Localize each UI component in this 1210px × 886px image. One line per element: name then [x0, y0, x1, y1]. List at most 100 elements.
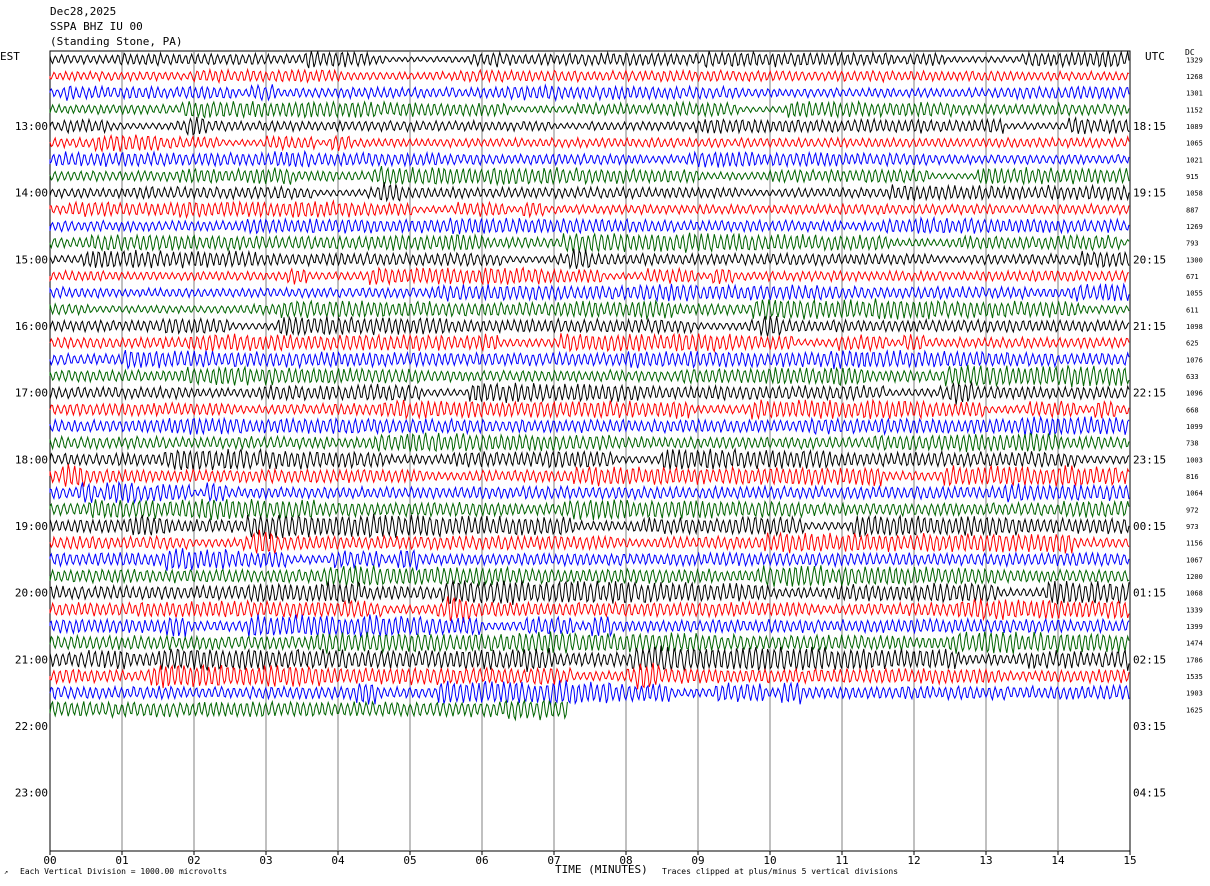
est-hour-label: 14:00 — [15, 187, 48, 200]
dc-offset-label: 1065 — [1186, 140, 1203, 148]
seismic-trace — [49, 548, 1130, 571]
seismic-trace — [49, 698, 568, 722]
x-tick-label: 05 — [403, 854, 416, 867]
x-axis-title: TIME (MINUTES) — [555, 863, 648, 876]
dc-offset-label: 972 — [1186, 506, 1199, 514]
seismic-trace — [49, 133, 1130, 153]
dc-offset-label: 1339 — [1186, 606, 1203, 614]
utc-hour-label: 22:15 — [1133, 387, 1166, 400]
dc-offset-label: 887 — [1186, 206, 1199, 214]
dc-offset-label: 816 — [1186, 473, 1199, 481]
x-tick-label: 00 — [43, 854, 56, 867]
clip-note: Traces clipped at plus/minus 5 vertical … — [662, 867, 899, 876]
dc-offset-label: 1003 — [1186, 456, 1203, 464]
dc-offset-label: 1329 — [1186, 56, 1203, 64]
est-hour-label: 15:00 — [15, 253, 48, 266]
x-tick-label: 03 — [259, 854, 272, 867]
utc-hour-label: 23:15 — [1133, 453, 1166, 466]
dc-offset-label: 1535 — [1186, 673, 1203, 681]
dc-offset-label: 1096 — [1186, 390, 1203, 398]
seismic-trace — [49, 50, 1130, 69]
helicorder-chart: 00 01 02 03 04 05 06 07 08 09 10 11 12 13 14 1513:00 18:… — [15, 50, 1203, 867]
x-tick-label: 09 — [691, 854, 704, 867]
dc-offset-label: 1099 — [1186, 423, 1203, 431]
x-tick-label: 06 — [475, 854, 488, 867]
utc-hour-label: 21:15 — [1133, 320, 1166, 333]
seismic-trace — [49, 99, 1130, 120]
seismic-trace — [49, 315, 1130, 338]
seismic-trace — [49, 529, 1130, 554]
seismic-trace — [49, 67, 1130, 84]
dc-offset-label: 668 — [1186, 406, 1199, 414]
dc-offset-label: 611 — [1186, 306, 1199, 314]
corner-mark: ↗ — [4, 868, 9, 876]
x-tick-label: 04 — [331, 854, 345, 867]
dc-offset-label: 915 — [1186, 173, 1199, 181]
seismic-trace — [49, 182, 1130, 203]
seismic-trace — [49, 596, 1130, 623]
seismic-trace — [49, 298, 1130, 321]
dc-offset-label: 1076 — [1186, 356, 1203, 364]
dc-offset-label: 1300 — [1186, 256, 1203, 264]
dc-offset-label: 1474 — [1186, 640, 1203, 648]
utc-hour-label: 19:15 — [1133, 187, 1166, 200]
dc-offset-label: 1399 — [1186, 623, 1203, 631]
seismic-trace — [49, 165, 1130, 187]
seismic-trace — [49, 580, 1130, 605]
seismic-trace — [49, 432, 1130, 453]
seismic-trace — [49, 498, 1130, 521]
seismic-trace — [49, 116, 1130, 136]
seismic-trace — [49, 380, 1130, 405]
seismic-trace — [49, 662, 1130, 690]
seismic-trace — [49, 631, 1130, 654]
dc-offset-label: 1156 — [1186, 540, 1203, 548]
dc-offset-label: 1786 — [1186, 656, 1203, 664]
est-hour-label: 22:00 — [15, 720, 48, 733]
dc-offset-label: 1055 — [1186, 290, 1203, 298]
seismic-trace — [49, 232, 1130, 254]
x-tick-label: 12 — [907, 854, 920, 867]
dc-offset-label: 1068 — [1186, 590, 1203, 598]
dc-offset-label: 1200 — [1186, 573, 1203, 581]
x-tick-label: 10 — [763, 854, 776, 867]
dc-offset-label: 1021 — [1186, 156, 1203, 164]
seismic-trace — [49, 83, 1130, 103]
x-tick-label: 15 — [1123, 854, 1136, 867]
seismic-trace — [49, 645, 1130, 672]
est-hour-label: 21:00 — [15, 653, 48, 666]
dc-offset-label: 1067 — [1186, 556, 1203, 564]
seismic-trace — [49, 332, 1130, 353]
seismic-trace — [49, 480, 1130, 505]
dc-offset-label: 1625 — [1186, 706, 1203, 714]
x-tick-label: 13 — [979, 854, 992, 867]
seismic-trace — [49, 282, 1130, 303]
dc-offset-label: 633 — [1186, 373, 1199, 381]
utc-hour-label: 20:15 — [1133, 253, 1166, 266]
dc-offset-label: 1058 — [1186, 190, 1203, 198]
utc-hour-label: 18:15 — [1133, 120, 1166, 133]
utc-hour-label: 03:15 — [1133, 720, 1166, 733]
seismic-trace — [49, 199, 1130, 220]
dc-offset-label: 1269 — [1186, 223, 1203, 231]
seismic-trace — [49, 680, 1130, 706]
dc-offset-label: 1268 — [1186, 73, 1203, 81]
dc-offset-label: 671 — [1186, 273, 1199, 281]
dc-offset-label: 1089 — [1186, 123, 1203, 131]
dc-offset-label: 1152 — [1186, 106, 1203, 114]
seismic-trace — [49, 266, 1130, 286]
seismic-trace — [49, 415, 1130, 437]
utc-hour-label: 00:15 — [1133, 520, 1166, 533]
x-tick-label: 02 — [187, 854, 200, 867]
est-hour-label: 23:00 — [15, 787, 48, 800]
dc-offset-label: 793 — [1186, 240, 1199, 248]
est-hour-label: 16:00 — [15, 320, 48, 333]
dc-offset-label: 1903 — [1186, 690, 1203, 698]
utc-hour-label: 01:15 — [1133, 587, 1166, 600]
dc-offset-label: 973 — [1186, 523, 1199, 531]
seismic-trace — [49, 364, 1130, 388]
dc-offset-label: 1064 — [1186, 490, 1203, 498]
x-tick-label: 14 — [1051, 854, 1065, 867]
est-hour-label: 17:00 — [15, 387, 48, 400]
seismic-trace — [49, 149, 1130, 169]
est-hour-label: 19:00 — [15, 520, 48, 533]
